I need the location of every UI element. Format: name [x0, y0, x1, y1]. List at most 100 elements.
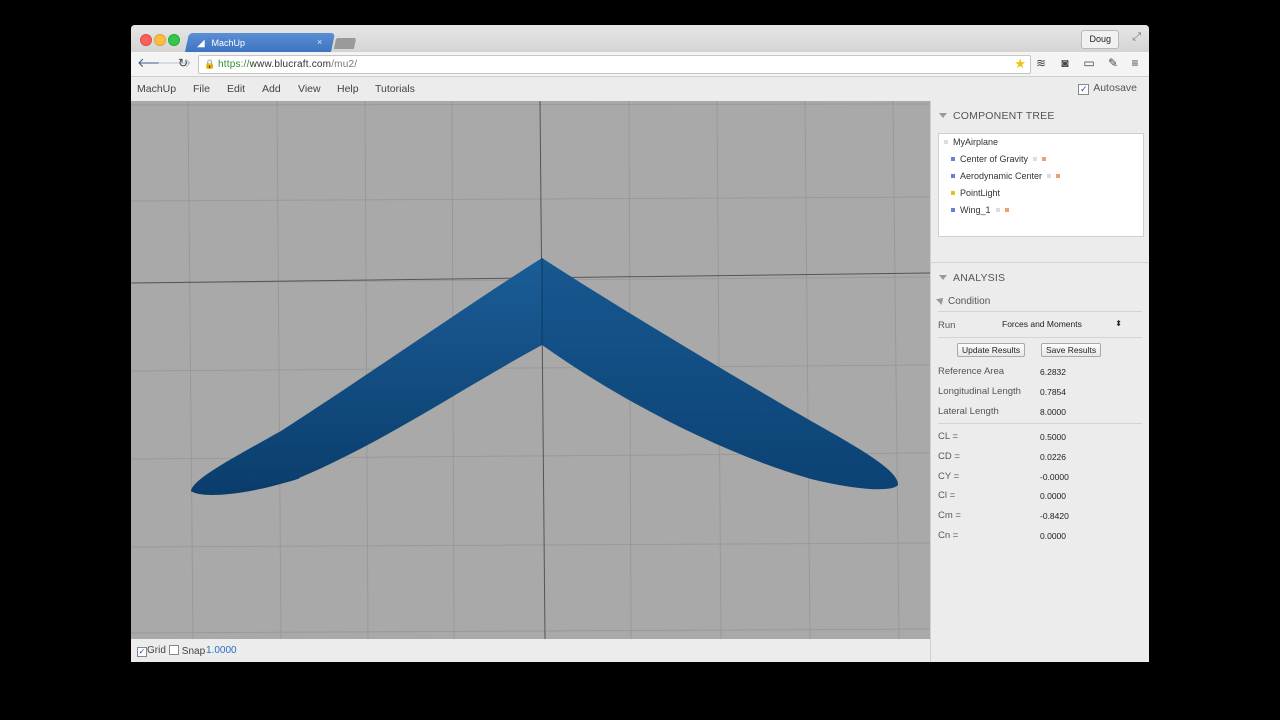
grid-label: Grid	[147, 645, 166, 656]
lateral-length-value: 8.0000	[1040, 407, 1066, 417]
tree-item-ac[interactable]: Aerodynamic Center	[951, 171, 1061, 181]
pocket-extension-icon[interactable]: ◙	[1058, 56, 1072, 70]
menu-edit[interactable]: Edit	[227, 83, 245, 95]
url-text: https://www.blucraft.com/mu2/	[218, 56, 357, 73]
cd-value: 0.0226	[1040, 452, 1066, 462]
lateral-length-label: Lateral Length	[938, 406, 999, 417]
tab-title: MachUp	[211, 38, 246, 48]
tree-item-pointlight[interactable]: PointLight	[951, 188, 1000, 198]
lock-icon: 🔒	[204, 59, 216, 69]
snap-label: Snap	[181, 646, 206, 657]
cn-label: Cn =	[938, 530, 959, 541]
title-bar: ◢ MachUp × Doug ⤢	[131, 25, 1149, 52]
minimize-window-button[interactable]	[154, 34, 166, 46]
tree-node-icon	[951, 174, 955, 178]
reference-area-value: 6.2832	[1040, 367, 1066, 377]
longitudinal-length-value: 0.7854	[1040, 387, 1066, 397]
analysis-header[interactable]: ANALYSIS	[939, 272, 1005, 284]
longitudinal-length-label: Longitudinal Length	[938, 386, 1021, 397]
layers-extension-icon[interactable]: ≋	[1034, 56, 1048, 70]
snap-checkbox[interactable]	[169, 645, 179, 655]
side-panel: COMPONENT TREE MyAirplane Center of Grav…	[930, 101, 1149, 662]
profile-button[interactable]: Doug	[1081, 30, 1119, 49]
tree-item-label: Wing_1	[960, 205, 991, 215]
address-bar[interactable]: 🔒 https://www.blucraft.com/mu2/ ★	[198, 55, 1031, 74]
grid-toggle[interactable]: ✓ Grid	[137, 645, 166, 657]
reload-icon[interactable]: ↻	[178, 56, 188, 70]
condition-label: Condition	[948, 296, 991, 307]
color-swatch-icon[interactable]	[1056, 174, 1061, 178]
cm-value: -0.8420	[1040, 511, 1069, 521]
tree-item-wing[interactable]: Wing_1	[951, 205, 1009, 215]
visibility-icon[interactable]	[1047, 174, 1052, 178]
save-results-button[interactable]: Save Results	[1041, 343, 1102, 357]
3d-viewport[interactable]	[131, 101, 930, 639]
color-swatch-icon[interactable]	[1004, 208, 1009, 212]
url-host: www.blucraft.com	[249, 59, 332, 70]
viewport-scene	[131, 101, 930, 639]
collapse-triangle-icon	[939, 275, 947, 280]
collapse-triangle-icon	[939, 113, 947, 118]
tree-item-root[interactable]: MyAirplane	[944, 137, 998, 147]
close-window-button[interactable]	[140, 34, 152, 46]
run-select-value: Forces and Moments	[1002, 319, 1082, 329]
menu-file[interactable]: File	[193, 83, 210, 95]
tree-root-label: MyAirplane	[953, 137, 999, 147]
visibility-icon[interactable]	[1033, 157, 1038, 161]
zoom-window-button[interactable]	[168, 34, 180, 46]
analysis-title: ANALYSIS	[953, 272, 1006, 284]
snap-toggle[interactable]: Snap	[169, 645, 205, 657]
condition-header[interactable]: Condition	[936, 295, 991, 307]
cm-label: Cm =	[938, 510, 961, 521]
snap-value[interactable]: 1.0000	[206, 645, 237, 656]
visibility-icon[interactable]	[995, 208, 1000, 212]
cl-value: 0.5000	[1040, 432, 1066, 442]
autosave-toggle[interactable]: ✓ Autosave	[1078, 82, 1137, 95]
menu-view[interactable]: View	[298, 83, 321, 95]
tree-node-icon	[951, 191, 955, 195]
reference-area-label: Reference Area	[938, 366, 1005, 377]
expand-triangle-icon	[936, 295, 946, 305]
menu-machup[interactable]: MachUp	[137, 83, 176, 95]
component-tree: MyAirplane Center of Gravity Aerodynamic…	[938, 133, 1144, 237]
tree-node-icon	[951, 157, 955, 161]
cn-value: 0.0000	[1040, 531, 1066, 541]
bookmark-star-icon[interactable]: ★	[1014, 55, 1026, 72]
cl-label: CL =	[938, 431, 958, 442]
component-tree-title: COMPONENT TREE	[953, 110, 1055, 122]
autosave-label: Autosave	[1093, 82, 1137, 94]
viewport-status-bar: ✓ Grid Snap 1.0000	[131, 639, 930, 662]
url-path: /mu2/	[331, 59, 358, 70]
new-tab-button[interactable]	[333, 38, 357, 49]
select-arrows-icon: ⬍	[1115, 319, 1122, 328]
fullscreen-icon[interactable]: ⤢	[1132, 31, 1141, 44]
run-select[interactable]: Forces and Moments ⬍	[996, 318, 1124, 330]
tree-node-icon	[944, 140, 948, 144]
tree-item-label: PointLight	[960, 188, 1001, 198]
tree-item-label: Aerodynamic Center	[960, 171, 1043, 181]
color-swatch-icon[interactable]	[1042, 157, 1047, 161]
divider	[938, 423, 1142, 424]
menu-help[interactable]: Help	[337, 83, 359, 95]
tab-close-icon[interactable]: ×	[317, 37, 322, 47]
wing-model[interactable]	[190, 258, 899, 495]
cy-label: CY =	[938, 471, 960, 482]
run-label: Run	[938, 320, 956, 331]
update-results-button[interactable]: Update Results	[957, 343, 1026, 357]
tree-item-cg[interactable]: Center of Gravity	[951, 154, 1047, 164]
eyedropper-extension-icon[interactable]: ✎	[1106, 56, 1120, 70]
grid-checkbox[interactable]: ✓	[137, 647, 147, 657]
browser-tab-content[interactable]: ◢ MachUp	[197, 35, 337, 52]
menu-tutorials[interactable]: Tutorials	[375, 83, 415, 95]
menu-add[interactable]: Add	[262, 83, 281, 95]
component-tree-header[interactable]: COMPONENT TREE	[939, 110, 1055, 122]
autosave-checkbox[interactable]: ✓	[1078, 84, 1090, 95]
chrome-menu-icon[interactable]: ≡	[1128, 56, 1142, 70]
cast-icon[interactable]: ▭	[1082, 56, 1096, 70]
section-divider	[931, 262, 1149, 263]
url-scheme: https://	[218, 59, 250, 70]
divider	[938, 337, 1142, 338]
browser-window: ◢ MachUp × Doug ⤢ 🡐 🡒 ↻ 🔒 https://www.bl…	[131, 25, 1149, 662]
cy-value: -0.0000	[1040, 472, 1069, 482]
browser-toolbar: 🡐 🡒 ↻ 🔒 https://www.blucraft.com/mu2/ ★ …	[131, 52, 1149, 77]
